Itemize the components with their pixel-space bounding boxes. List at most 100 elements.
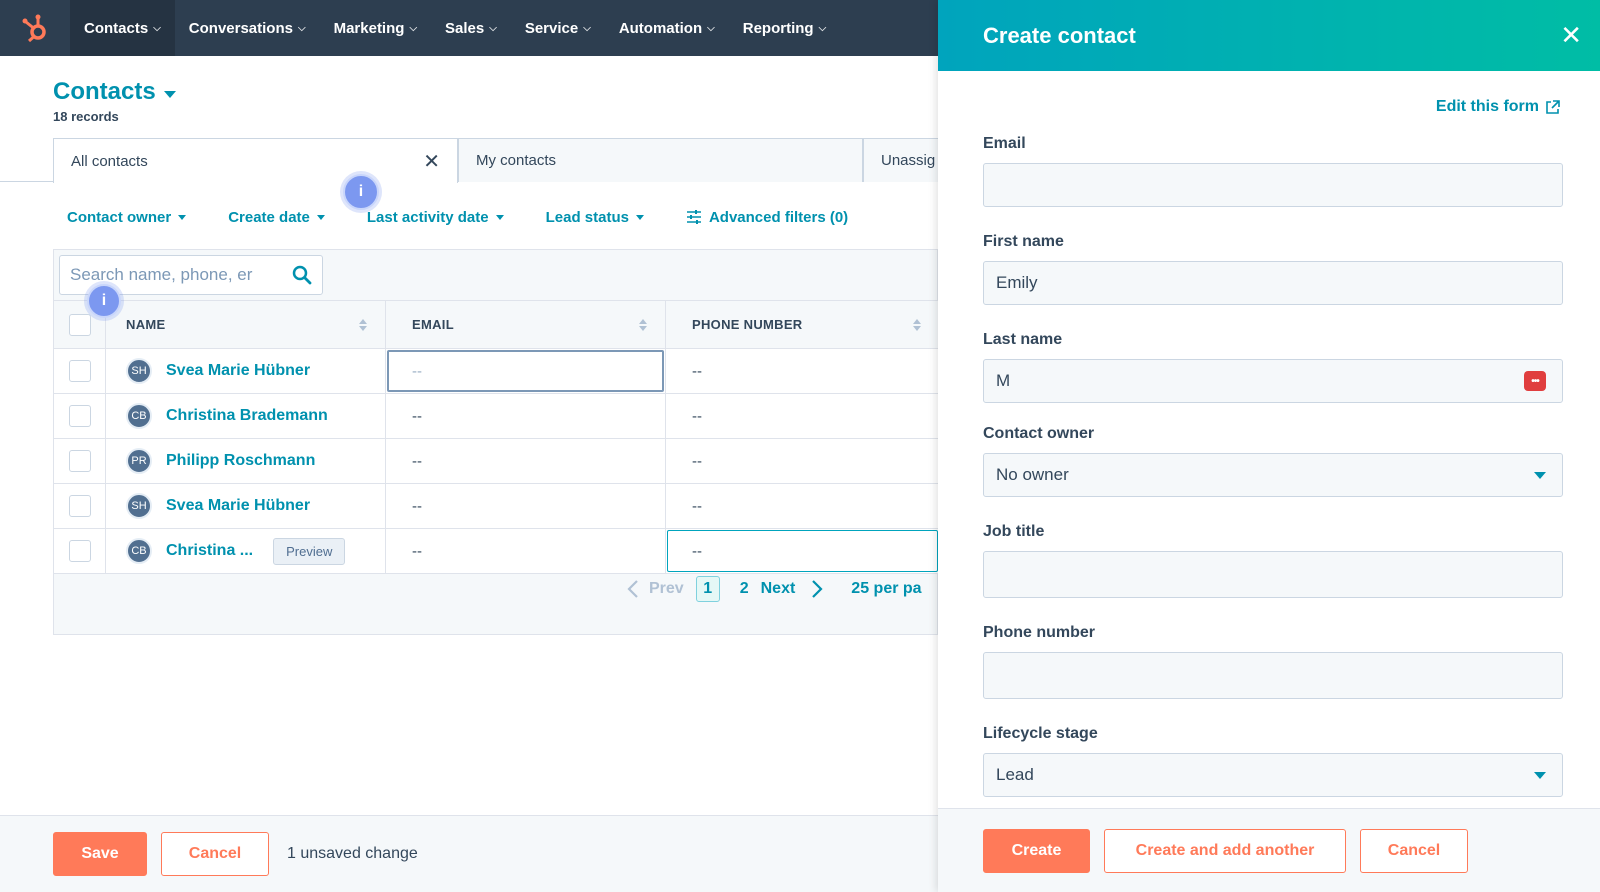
- chevron-down-icon: ⌵: [153, 22, 161, 34]
- cancel-button[interactable]: Cancel: [161, 832, 269, 876]
- select-all-checkbox[interactable]: [68, 313, 91, 336]
- row-checkbox[interactable]: [68, 405, 91, 427]
- page-title: Contacts: [53, 78, 156, 105]
- close-icon[interactable]: ✕: [1560, 20, 1582, 51]
- phone-number-field[interactable]: [983, 652, 1563, 699]
- page-2-button[interactable]: 2: [740, 580, 749, 598]
- page-title-dropdown[interactable]: Contacts: [53, 78, 176, 106]
- contact-name-link[interactable]: Christina Brademann: [166, 407, 328, 425]
- info-badge[interactable]: i: [343, 174, 379, 210]
- email-field[interactable]: [983, 163, 1563, 207]
- field-value: M: [996, 371, 1011, 390]
- lifecycle-stage-select[interactable]: Lead: [983, 753, 1563, 797]
- phone-cell[interactable]: --: [666, 394, 938, 438]
- search-input[interactable]: [70, 265, 270, 285]
- save-button[interactable]: Save: [53, 832, 147, 876]
- contact-name-link[interactable]: Svea Marie Hübner: [166, 497, 310, 515]
- email-cell[interactable]: --: [386, 349, 666, 393]
- advanced-filters-button[interactable]: Advanced filters (0): [686, 209, 848, 226]
- tab-label: Unassig: [881, 152, 936, 169]
- column-label: PHONE NUMBER: [692, 317, 803, 332]
- column-label: NAME: [126, 317, 166, 332]
- next-label: Next: [760, 580, 796, 597]
- field-label: Phone number: [983, 624, 1096, 641]
- filter-contact-owner[interactable]: Contact owner: [67, 208, 187, 226]
- next-page-button[interactable]: Next: [761, 579, 824, 599]
- nav-marketing[interactable]: Marketing ⌵: [320, 0, 431, 56]
- preview-button[interactable]: Preview: [273, 537, 346, 565]
- job-title-field[interactable]: [983, 551, 1563, 598]
- row-checkbox[interactable]: [68, 540, 91, 562]
- caret-down-icon: [495, 214, 504, 220]
- filter-label: Contact owner: [67, 208, 172, 226]
- tab-my-contacts[interactable]: My contacts: [458, 138, 863, 182]
- create-and-add-another-button[interactable]: Create and add another: [1104, 828, 1346, 873]
- contact-name-link[interactable]: Svea Marie Hübner: [166, 362, 310, 380]
- sort-icon[interactable]: [913, 318, 921, 331]
- filter-label: Advanced filters (0): [708, 208, 849, 226]
- cell-focus-outline: [387, 350, 664, 392]
- page-size-dropdown[interactable]: 25 per pa: [851, 580, 921, 598]
- nav-label: Marketing: [333, 19, 405, 37]
- filter-lead-status[interactable]: Lead status: [546, 209, 644, 226]
- sort-icon[interactable]: [639, 318, 647, 331]
- column-header-email[interactable]: EMAIL: [386, 301, 666, 348]
- tab-unassigned[interactable]: Unassig: [863, 138, 938, 182]
- column-header-name[interactable]: NAME: [106, 301, 386, 348]
- nav-sales[interactable]: Sales ⌵: [431, 0, 511, 56]
- nav-reporting[interactable]: Reporting ⌵: [729, 0, 840, 56]
- info-badge[interactable]: i: [87, 284, 121, 318]
- name-cell: SH Svea Marie Hübner: [106, 349, 386, 393]
- nav-conversations[interactable]: Conversations ⌵: [175, 0, 320, 56]
- nav-contacts[interactable]: Contacts ⌵: [70, 0, 175, 56]
- phone-cell[interactable]: --: [666, 484, 938, 528]
- last-name-field[interactable]: M •••: [983, 359, 1563, 403]
- contact-name-link[interactable]: Philipp Roschmann: [166, 452, 315, 470]
- first-name-field-group: First name Emily: [983, 233, 1563, 305]
- table-row: PR Philipp Roschmann -- --: [54, 439, 938, 484]
- phone-number-field-group: Phone number: [983, 624, 1563, 699]
- password-manager-icon[interactable]: •••: [1524, 371, 1546, 391]
- create-button[interactable]: Create: [983, 828, 1090, 873]
- contact-name-link[interactable]: Christina ...: [166, 542, 253, 560]
- phone-cell[interactable]: --: [666, 529, 938, 573]
- phone-cell[interactable]: --: [666, 349, 938, 393]
- nav-label: Contacts: [84, 19, 149, 37]
- cancel-button[interactable]: Cancel: [1360, 828, 1468, 873]
- first-name-field[interactable]: Emily: [983, 261, 1563, 305]
- nav-service[interactable]: Service ⌵: [511, 0, 605, 56]
- panel-header: Create contact ✕: [938, 0, 1600, 71]
- nav-label: Conversations: [188, 19, 293, 37]
- nav-automation[interactable]: Automation ⌵: [605, 0, 729, 56]
- contact-owner-select[interactable]: No owner: [983, 453, 1563, 497]
- cell-focus-outline: [667, 530, 938, 572]
- row-checkbox[interactable]: [68, 360, 91, 382]
- job-title-field-group: Job title: [983, 523, 1563, 598]
- edit-form-link[interactable]: Edit this form: [1436, 98, 1560, 116]
- email-value: --: [412, 407, 422, 425]
- row-checkbox[interactable]: [68, 450, 91, 472]
- filter-last-activity-date[interactable]: Last activity date: [367, 209, 504, 226]
- field-value: No owner: [996, 465, 1069, 484]
- phone-cell[interactable]: --: [666, 439, 938, 483]
- hubspot-logo[interactable]: [0, 0, 70, 56]
- row-checkbox-cell: [54, 484, 106, 528]
- email-cell[interactable]: --: [386, 394, 666, 438]
- prev-page-button[interactable]: Prev: [627, 579, 684, 599]
- row-checkbox[interactable]: [68, 495, 91, 517]
- column-label: EMAIL: [412, 317, 454, 332]
- table-row: SH Svea Marie Hübner -- --: [54, 484, 938, 529]
- email-cell[interactable]: --: [386, 484, 666, 528]
- filter-create-date[interactable]: Create date: [228, 209, 325, 226]
- sort-icon[interactable]: [359, 318, 367, 331]
- search-icon[interactable]: [292, 265, 312, 285]
- filter-label: Lead status: [545, 208, 629, 226]
- email-cell[interactable]: --: [386, 439, 666, 483]
- column-header-phone[interactable]: PHONE NUMBER: [666, 301, 938, 348]
- page-1-button[interactable]: 1: [695, 576, 720, 602]
- email-cell[interactable]: --: [386, 529, 666, 573]
- close-icon[interactable]: ✕: [423, 149, 440, 174]
- caret-down-icon: [163, 90, 176, 98]
- tab-all-contacts[interactable]: All contacts ✕: [53, 138, 458, 183]
- panel-title: Create contact: [983, 22, 1136, 48]
